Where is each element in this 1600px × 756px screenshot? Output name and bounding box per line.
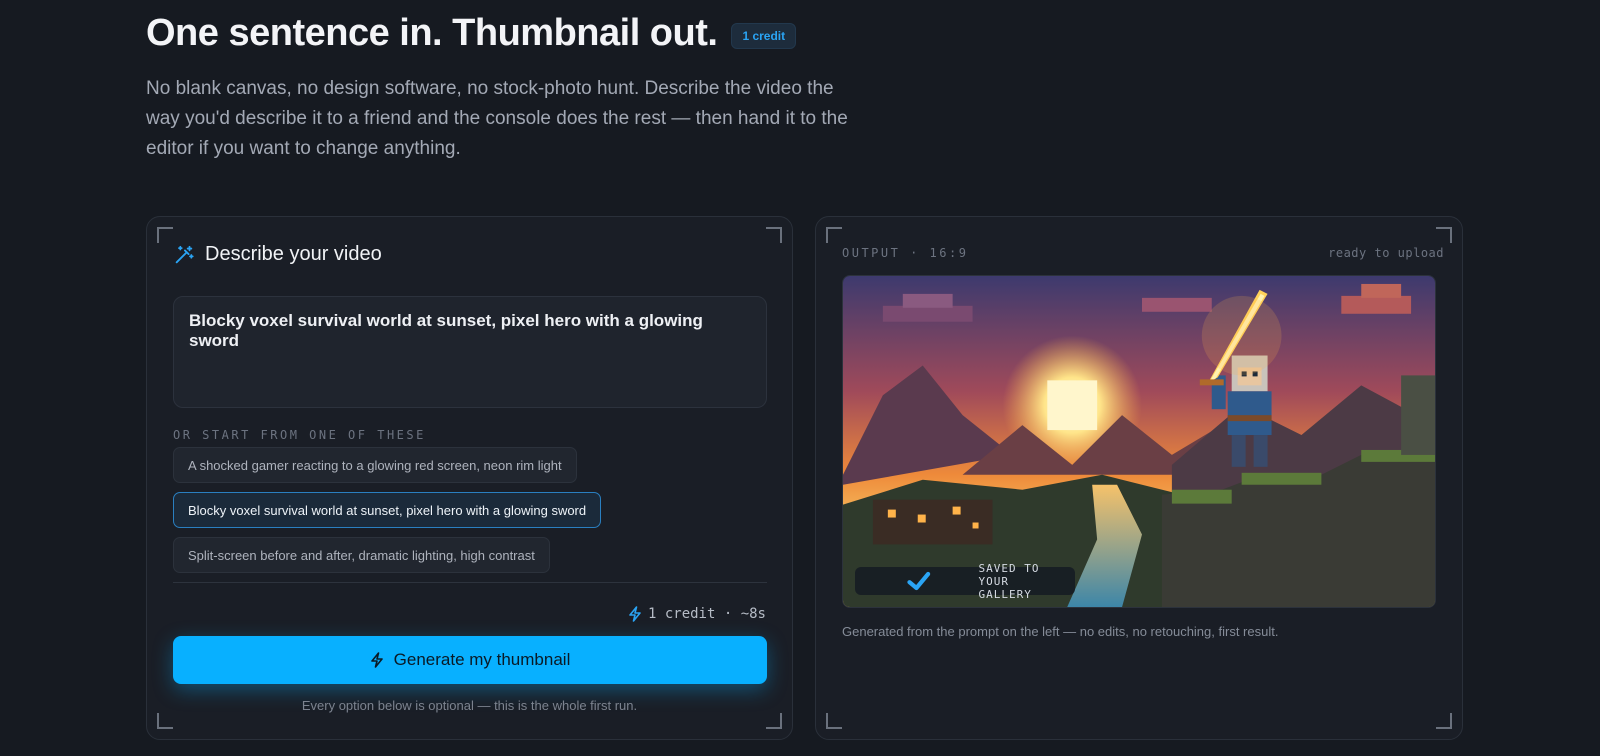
bolt-icon [629,606,641,622]
cost-estimate: 1 credit · ~8s [628,606,766,622]
output-ratio-caption: OUTPUT · 16:9 [842,246,969,260]
generate-button[interactable]: Generate my thumbnail [173,636,767,684]
corner-mark [1436,227,1452,243]
credit-badge: 1 credit [731,22,797,49]
check-icon [907,571,931,591]
prompt-input[interactable] [173,296,767,408]
output-note: Generated from the prompt on the left — … [842,624,1279,639]
magic-wand-icon [175,245,194,263]
starter-chip-voxel-world[interactable]: Blocky voxel survival world at sunset, p… [173,492,602,528]
page-title: One sentence in. Thumbnail out. [146,12,718,54]
corner-mark [157,227,173,243]
saved-to-gallery-badge: SAVED TO YOUR GALLERY [855,562,1076,601]
starter-caption: OR START FROM ONE OF THESE [173,428,426,442]
starter-chip-shocked-gamer[interactable]: A shocked gamer reacting to a glowing re… [173,447,577,483]
page-subtitle: No blank canvas, no design software, no … [146,78,848,159]
bolt-icon [370,652,383,668]
thumbnail-preview[interactable]: SAVED TO YOUR GALLERY [842,275,1436,608]
corner-mark [826,227,842,243]
generate-button-label: Generate my thumbnail [393,650,571,669]
corner-mark [766,713,782,729]
starter-chip-split-screen[interactable]: Split-screen before and after, dramatic … [173,537,550,573]
corner-mark [157,713,173,729]
cost-estimate-text: 1 credit · ~8s [647,606,766,622]
corner-mark [766,227,782,243]
thumbnail-artwork [843,276,1435,607]
generate-footnote: Every option below is optional — this is… [301,698,638,713]
hero-title-row: One sentence in. Thumbnail out. 1 credit [146,12,797,55]
prompt-panel-title: Describe your video [205,243,382,265]
output-panel: OUTPUT · 16:9 ready to upload SAVED TO Y… [815,216,1463,740]
prompt-panel-heading: Describe your video [173,243,382,266]
saved-to-gallery-text: SAVED TO YOUR GALLERY [978,561,1040,601]
prompt-panel: Describe your video OR START FROM ONE OF… [146,216,793,740]
corner-mark [1436,713,1452,729]
output-status-caption: ready to upload [1328,246,1444,260]
divider [173,582,767,583]
corner-mark [826,713,842,729]
